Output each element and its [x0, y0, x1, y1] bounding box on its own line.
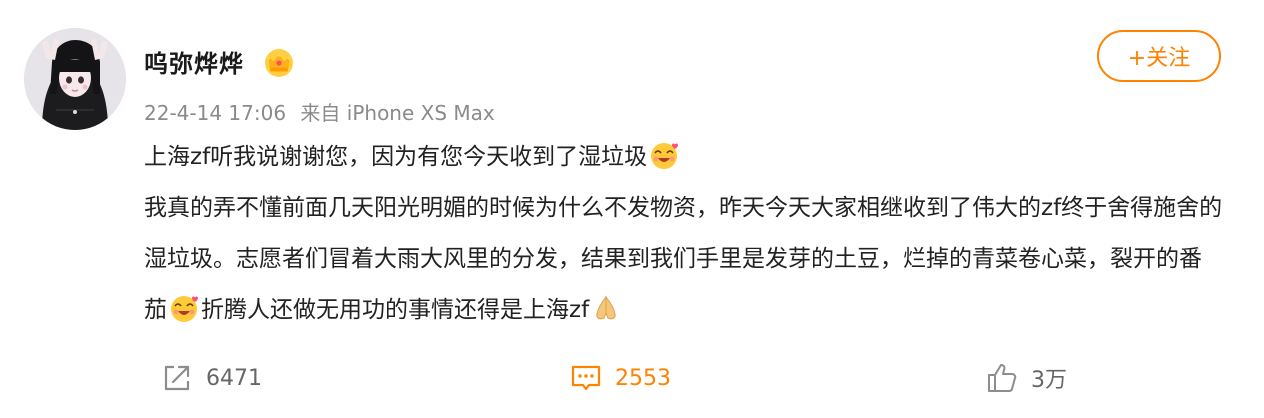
comment-icon [571, 365, 601, 391]
comment-button[interactable]: 2553 [569, 358, 671, 398]
thumbs-up-icon [988, 364, 1017, 392]
forward-button[interactable]: 6471 [160, 358, 262, 398]
love-emoji-icon [651, 143, 679, 169]
forward-count: 6471 [206, 365, 262, 391]
post-paragraph: 上海zf听我说谢谢您，因为有您今天收到了湿垃圾 [144, 132, 1224, 183]
post-text-line: 上海zf听我说谢谢您，因为有您今天收到了湿垃圾 [144, 144, 648, 170]
avatar[interactable] [24, 28, 126, 130]
post-meta: 22-4-14 17:06 来自 iPhone XS Max [144, 97, 495, 126]
follow-button[interactable]: +关注 [1097, 30, 1221, 82]
avatar-image [24, 28, 126, 130]
username[interactable]: 呜弥烨烨 [144, 44, 244, 79]
post-timestamp[interactable]: 22-4-14 17:06 [144, 101, 286, 125]
like-button[interactable]: 3万 [985, 358, 1067, 398]
like-count: 3万 [1031, 368, 1067, 393]
comment-count: 2553 [615, 365, 671, 391]
post-source: 来自 iPhone XS Max [300, 101, 495, 125]
post-text-tail: 折腾人还做无用功的事情还得是上海zf [201, 297, 590, 323]
post-content: 上海zf听我说谢谢您，因为有您今天收到了湿垃圾 我真的弄不懂前面几天阳光明媚的时… [144, 132, 1224, 336]
crown-badge-icon[interactable] [264, 48, 294, 78]
post-paragraph: 我真的弄不懂前面几天阳光明媚的时候为什么不发物资，昨天今天大家相继收到了伟大的z… [144, 183, 1224, 336]
share-forward-icon [164, 365, 190, 391]
love-emoji-icon [171, 296, 198, 322]
pray-emoji-icon [596, 295, 616, 320]
